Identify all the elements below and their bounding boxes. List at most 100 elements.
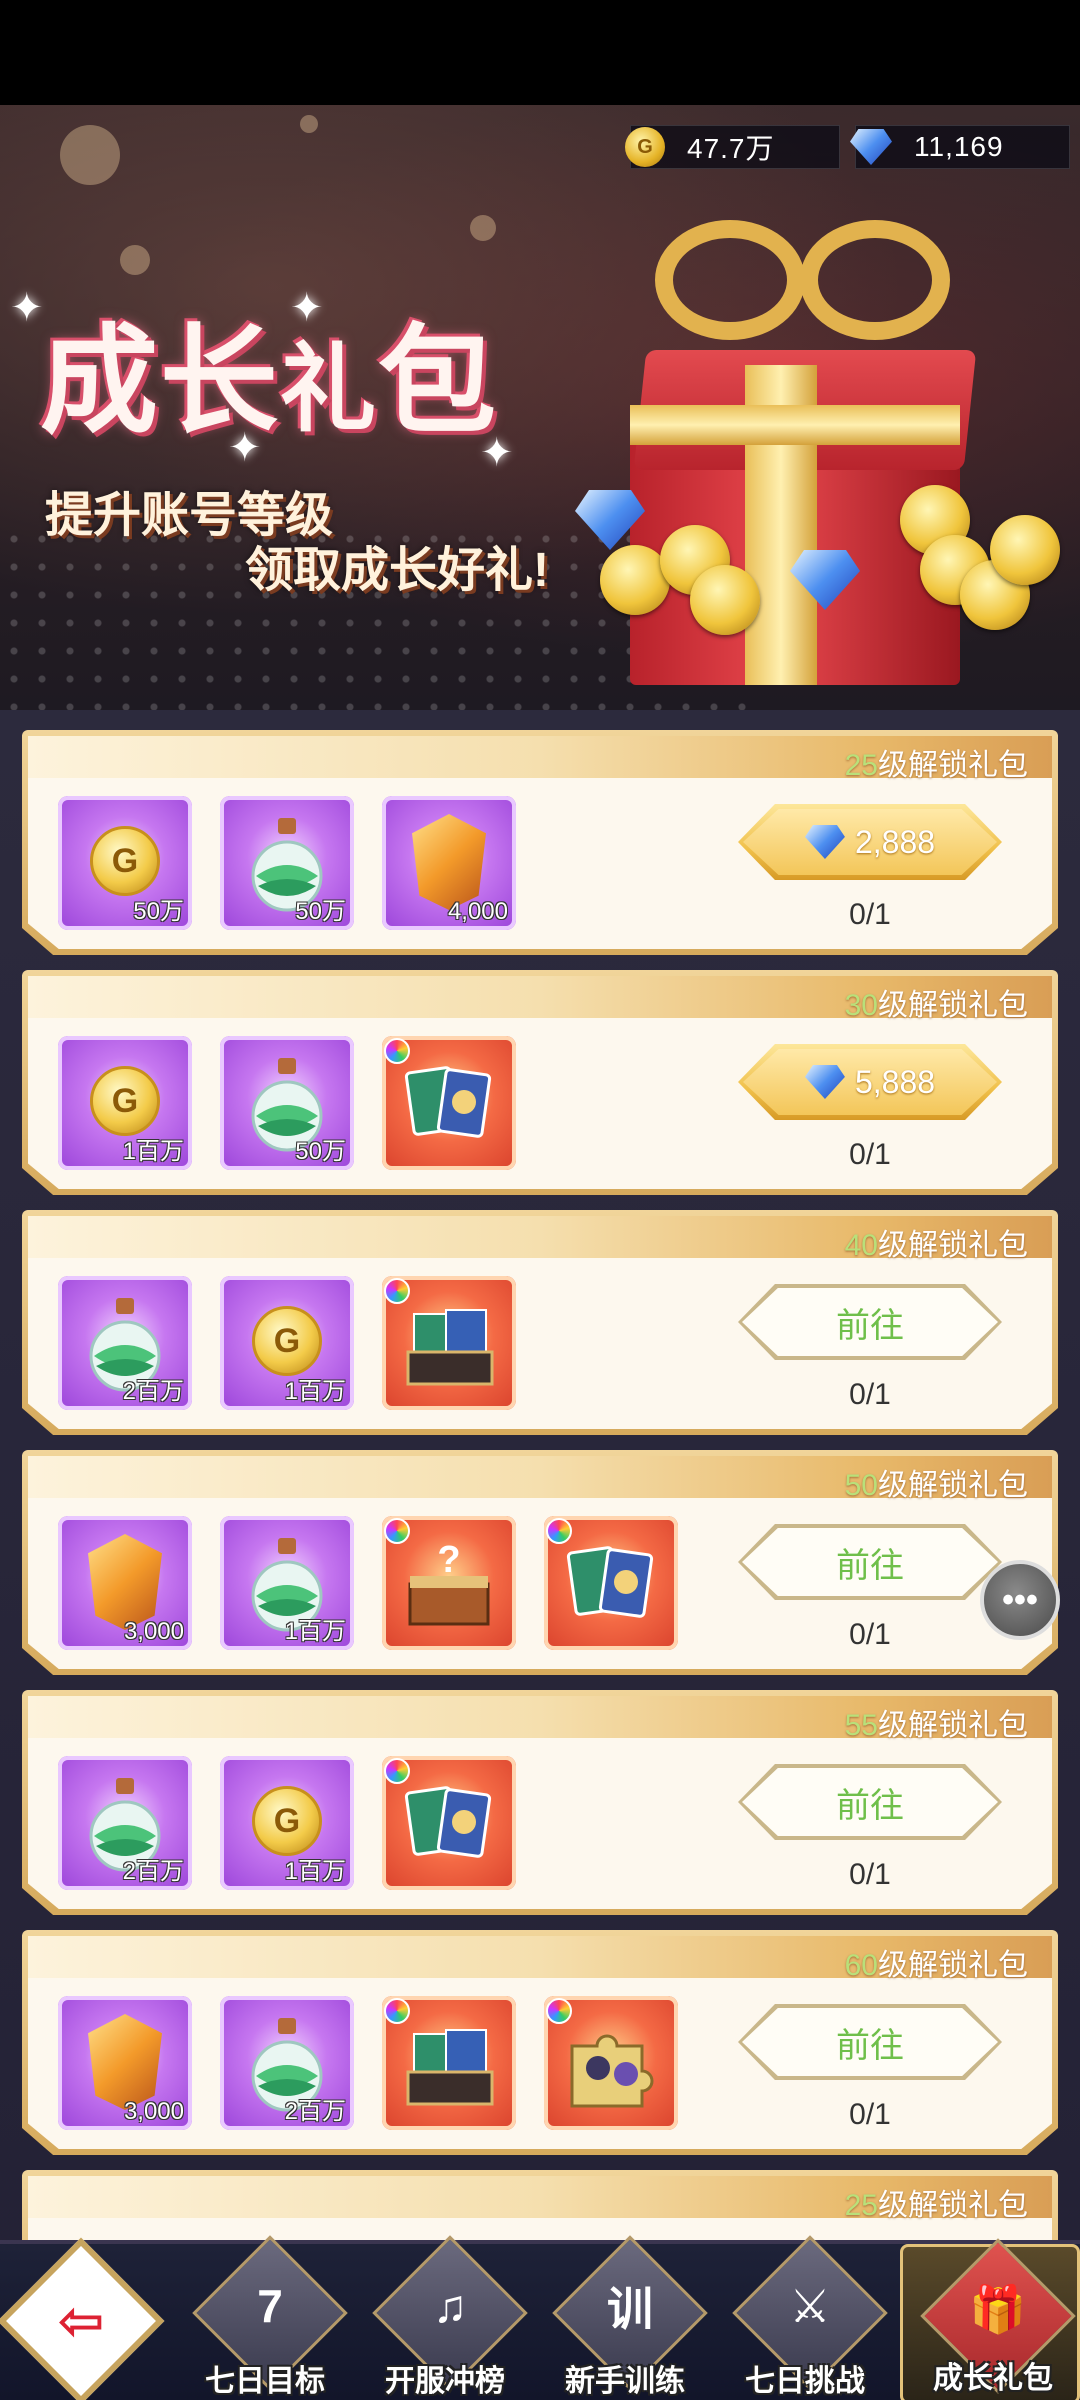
pack-title: 40级解锁礼包 (845, 1220, 1028, 1264)
item-quantity: 4,000 (447, 898, 508, 925)
reward-item[interactable]: ? (382, 1516, 516, 1650)
reward-item[interactable]: G 1百万 (220, 1756, 354, 1890)
reward-item[interactable] (382, 1036, 516, 1170)
nav-label: 七日挑战 (745, 2365, 865, 2398)
gem-currency-display: 11,169 (850, 125, 1070, 169)
reward-item[interactable] (382, 1756, 516, 1890)
rarity-badge-icon (384, 1518, 410, 1544)
pack-title: 30级解锁礼包 (845, 980, 1028, 1024)
exit-door-icon: ⇦ (57, 2289, 105, 2352)
svg-text:?: ? (437, 1539, 460, 1581)
button-label: 前往 (836, 1546, 904, 1585)
growth-gift-icon: 🎁 (969, 2282, 1027, 2335)
bokeh-light (470, 215, 496, 241)
item-quantity: 50万 (295, 898, 346, 925)
gold-coin-icon: G (90, 826, 160, 896)
button-label: 前往 (836, 1306, 904, 1345)
buy-button[interactable]: 5,888 (738, 1044, 1002, 1120)
item-quantity: 2百万 (284, 2098, 346, 2125)
button-label: 前往 (836, 2026, 904, 2065)
gift-ribbon (630, 405, 960, 445)
item-quantity: 3,000 (123, 2098, 184, 2125)
rarity-badge-icon (384, 1758, 410, 1784)
reward-item[interactable]: G 1百万 (58, 1036, 192, 1170)
button-label: 5,888 (854, 1063, 936, 1100)
pack-card: 30级解锁礼包 G 1百万 50万 5,888 0/1 (22, 970, 1058, 1195)
title-part: 礼 (280, 333, 379, 445)
puzzle-piece-icon (570, 2034, 654, 2108)
go-button[interactable]: 前往 (738, 1764, 1002, 1840)
pack-level: 25 (844, 2189, 878, 2222)
nav-item-4[interactable]: ⚔ 七日挑战 (715, 2235, 895, 2400)
card-pack-icon (566, 1546, 654, 1618)
amber-crystal-icon (88, 1534, 162, 1630)
reward-item[interactable]: G 50万 (58, 796, 192, 930)
purchase-progress: 0/1 (849, 1138, 891, 1171)
rarity-badge-icon (546, 1518, 572, 1544)
purchase-progress: 0/1 (849, 1858, 891, 1891)
challenge-armor-icon: ⚔ (789, 2280, 831, 2332)
reward-item[interactable]: 2百万 (58, 1756, 192, 1890)
bokeh-light (300, 115, 318, 133)
reward-item[interactable] (382, 1276, 516, 1410)
banner: G 47.7万 11,169 ✦ ✦ ✦ ✦ 成长礼包 提升账号等级 领取成长好… (0, 105, 1080, 710)
chat-bubble-icon[interactable]: ••• (980, 1560, 1060, 1640)
reward-item[interactable]: 50万 (220, 1036, 354, 1170)
item-quantity: 1百万 (284, 1378, 346, 1405)
reward-item[interactable]: 50万 (220, 796, 354, 930)
bow-loop (655, 220, 805, 340)
diamond-icon (804, 825, 845, 859)
item-quantity: 50万 (133, 898, 184, 925)
pack-title-suffix: 级解锁礼包 (878, 1469, 1028, 1502)
bottom-nav: ⇦ 7 七日目标 ♫ 开服冲榜训新手训练 ⚔ 七日挑战 🎁 成长礼包 (0, 2235, 1080, 2400)
reward-item[interactable]: 1百万 (220, 1516, 354, 1650)
purchase-progress: 0/1 (849, 898, 891, 931)
nav-label: 成长礼包 (933, 2362, 1053, 2395)
pack-level: 40 (844, 1229, 878, 1262)
nav-item-1[interactable]: 7 七日目标 (175, 2235, 355, 2400)
gold-coin-icon: G (252, 1306, 322, 1376)
pack-title: 50级解锁礼包 (845, 1460, 1028, 1504)
reward-item[interactable]: 3,000 (58, 1516, 192, 1650)
reward-item[interactable] (382, 1996, 516, 2130)
nav-label: 新手训练 (565, 2365, 685, 2398)
buy-button[interactable]: 2,888 (738, 804, 1002, 880)
amber-crystal-icon (88, 2014, 162, 2110)
nav-item-5[interactable]: 🎁 成长礼包 (900, 2238, 1080, 2400)
bokeh-light (60, 125, 120, 185)
diamond-icon (804, 1065, 845, 1099)
nav-item-3[interactable]: 训新手训练 (535, 2235, 715, 2400)
go-button[interactable]: 前往 (738, 1524, 1002, 1600)
go-button[interactable]: 前往 (738, 1284, 1002, 1360)
pack-card: 40级解锁礼包 2百万 G 1百万 前往 0/1 (22, 1210, 1058, 1435)
item-quantity: 2百万 (122, 1858, 184, 1885)
banner-title: 成长礼包 (40, 285, 498, 456)
pack-level: 30 (844, 989, 878, 1022)
pack-title: 25级解锁礼包 (845, 2180, 1028, 2224)
item-quantity: 1百万 (284, 1618, 346, 1645)
pack-title-suffix: 级解锁礼包 (878, 749, 1028, 782)
pack-title: 60级解锁礼包 (845, 1940, 1028, 1984)
nav-item-2[interactable]: ♫ 开服冲榜 (355, 2235, 535, 2400)
pack-level: 55 (844, 1709, 878, 1742)
gold-coin-icon: G (625, 127, 665, 167)
pack-title-suffix: 级解锁礼包 (878, 1229, 1028, 1262)
go-button[interactable]: 前往 (738, 2004, 1002, 2080)
banner-subtitle-line2: 领取成长好礼! (245, 544, 549, 597)
reward-item[interactable] (544, 1996, 678, 2130)
reward-item[interactable]: 2百万 (58, 1276, 192, 1410)
pack-title-suffix: 级解锁礼包 (878, 2189, 1028, 2222)
reward-item[interactable]: G 1百万 (220, 1276, 354, 1410)
reward-item[interactable]: 4,000 (382, 796, 516, 930)
gem-value: 11,169 (914, 131, 1004, 162)
bow-loop (800, 220, 950, 340)
reward-item[interactable] (544, 1516, 678, 1650)
purchase-progress: 0/1 (849, 2098, 891, 2131)
reward-item[interactable]: 2百万 (220, 1996, 354, 2130)
reward-item[interactable]: 3,000 (58, 1996, 192, 2130)
pack-card: 60级解锁礼包 3,000 2百万 前往 0/1 (22, 1930, 1058, 2155)
button-label: 2,888 (854, 823, 936, 860)
growth-pack-list[interactable]: 25级解锁礼包 G 50万 50万 4,000 2,888 0/1 30级解锁礼包 G 1百万 50… (0, 710, 1080, 2240)
chat-glyph: ••• (1002, 1580, 1038, 1619)
gold-coin-icon: G (252, 1786, 322, 1856)
